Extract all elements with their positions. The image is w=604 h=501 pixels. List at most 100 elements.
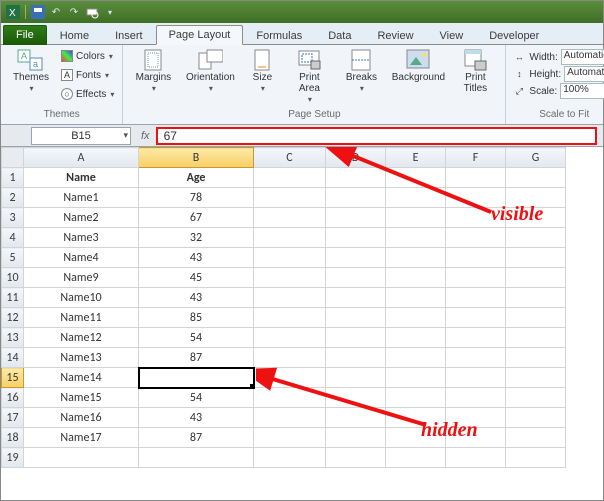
- cell[interactable]: Name9: [24, 268, 139, 288]
- cell[interactable]: 54: [139, 328, 254, 348]
- cell[interactable]: 87: [139, 348, 254, 368]
- cell[interactable]: [446, 368, 506, 388]
- cell[interactable]: [254, 308, 326, 328]
- row-header[interactable]: 1: [2, 168, 24, 188]
- cell[interactable]: [446, 248, 506, 268]
- width-select[interactable]: Automatic: [561, 49, 604, 65]
- cell[interactable]: [506, 428, 566, 448]
- cell[interactable]: Name10: [24, 288, 139, 308]
- tab-data[interactable]: Data: [315, 26, 364, 45]
- cell[interactable]: Name: [24, 168, 139, 188]
- cell[interactable]: [24, 448, 139, 468]
- themes-button[interactable]: Aa Themes ▾: [7, 47, 55, 93]
- cell[interactable]: 43: [139, 408, 254, 428]
- cell[interactable]: Name13: [24, 348, 139, 368]
- cell[interactable]: [506, 348, 566, 368]
- cell[interactable]: [326, 428, 386, 448]
- cell[interactable]: [506, 388, 566, 408]
- cell[interactable]: [326, 408, 386, 428]
- cell[interactable]: [254, 328, 326, 348]
- height-select[interactable]: Automatic: [564, 66, 604, 82]
- row-header[interactable]: 2: [2, 188, 24, 208]
- cell[interactable]: [139, 368, 254, 388]
- cell[interactable]: [446, 308, 506, 328]
- cell[interactable]: [446, 328, 506, 348]
- cell[interactable]: [254, 288, 326, 308]
- cell[interactable]: [446, 268, 506, 288]
- row-header[interactable]: 18: [2, 428, 24, 448]
- row-header[interactable]: 19: [2, 448, 24, 468]
- cell[interactable]: [386, 168, 446, 188]
- cell[interactable]: [254, 428, 326, 448]
- redo-icon[interactable]: ↷: [66, 4, 82, 20]
- cell[interactable]: Name14: [24, 368, 139, 388]
- tab-file[interactable]: File: [3, 25, 47, 45]
- tab-developer[interactable]: Developer: [476, 26, 552, 45]
- tab-home[interactable]: Home: [47, 26, 102, 45]
- undo-icon[interactable]: ↶: [48, 4, 64, 20]
- cell[interactable]: [386, 348, 446, 368]
- cell[interactable]: [326, 328, 386, 348]
- cell[interactable]: [506, 268, 566, 288]
- cell[interactable]: Name11: [24, 308, 139, 328]
- column-header[interactable]: D: [326, 148, 386, 168]
- cell[interactable]: [254, 368, 326, 388]
- cell[interactable]: [326, 268, 386, 288]
- row-header[interactable]: 5: [2, 248, 24, 268]
- colors-button[interactable]: Colors▾: [59, 47, 116, 65]
- cell[interactable]: Name16: [24, 408, 139, 428]
- background-button[interactable]: Background: [389, 47, 447, 83]
- cell[interactable]: [506, 168, 566, 188]
- cell[interactable]: [254, 208, 326, 228]
- cell[interactable]: Name4: [24, 248, 139, 268]
- cell[interactable]: [326, 368, 386, 388]
- cell[interactable]: [506, 188, 566, 208]
- column-header[interactable]: A: [24, 148, 139, 168]
- fonts-button[interactable]: AFonts▾: [59, 66, 116, 84]
- cell[interactable]: [386, 228, 446, 248]
- cell[interactable]: 45: [139, 268, 254, 288]
- column-header[interactable]: G: [506, 148, 566, 168]
- cell[interactable]: Name3: [24, 228, 139, 248]
- cell[interactable]: Name2: [24, 208, 139, 228]
- cell[interactable]: [254, 168, 326, 188]
- cell[interactable]: [506, 328, 566, 348]
- cell[interactable]: [254, 188, 326, 208]
- cell[interactable]: [386, 408, 446, 428]
- select-all-corner[interactable]: [2, 148, 24, 168]
- cell[interactable]: [326, 348, 386, 368]
- cell[interactable]: [326, 288, 386, 308]
- cell[interactable]: [254, 228, 326, 248]
- cell[interactable]: 43: [139, 248, 254, 268]
- cell[interactable]: Name17: [24, 428, 139, 448]
- cell[interactable]: Name1: [24, 188, 139, 208]
- column-header[interactable]: B: [139, 148, 254, 168]
- cell[interactable]: [386, 188, 446, 208]
- row-header[interactable]: 11: [2, 288, 24, 308]
- cell[interactable]: [254, 408, 326, 428]
- print-preview-icon[interactable]: [84, 4, 100, 20]
- cell[interactable]: [386, 368, 446, 388]
- column-header[interactable]: C: [254, 148, 326, 168]
- cell[interactable]: 78: [139, 188, 254, 208]
- row-header[interactable]: 4: [2, 228, 24, 248]
- cell[interactable]: [254, 248, 326, 268]
- cell[interactable]: [506, 368, 566, 388]
- cell[interactable]: [506, 308, 566, 328]
- tab-page-layout[interactable]: Page Layout: [156, 25, 244, 45]
- cell[interactable]: [386, 268, 446, 288]
- cell[interactable]: [386, 428, 446, 448]
- cell[interactable]: Age: [139, 168, 254, 188]
- cell[interactable]: [446, 428, 506, 448]
- cell[interactable]: [446, 208, 506, 228]
- margins-button[interactable]: Margins▾: [129, 47, 177, 93]
- cell[interactable]: [326, 248, 386, 268]
- cell[interactable]: [386, 288, 446, 308]
- tab-review[interactable]: Review: [364, 26, 426, 45]
- cell[interactable]: [446, 168, 506, 188]
- cell[interactable]: [446, 408, 506, 428]
- row-header[interactable]: 3: [2, 208, 24, 228]
- cell[interactable]: [254, 348, 326, 368]
- cell[interactable]: [506, 248, 566, 268]
- spreadsheet-grid[interactable]: ABCDEFG1NameAge2Name1783Name2674Name3325…: [1, 147, 603, 468]
